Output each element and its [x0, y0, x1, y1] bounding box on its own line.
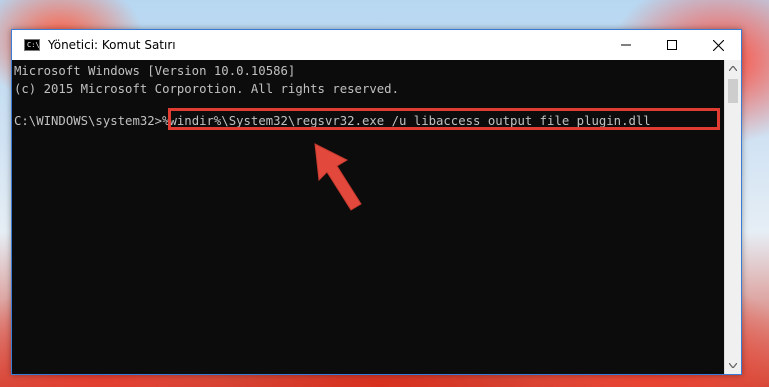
close-icon — [712, 39, 724, 51]
close-button[interactable] — [695, 30, 741, 60]
minimize-icon — [621, 44, 631, 46]
red-arrow-icon — [314, 143, 362, 211]
scroll-down-button[interactable] — [725, 357, 741, 374]
minimize-button[interactable] — [603, 30, 649, 60]
console-line: Microsoft Windows [Version 10.0.10586] — [14, 64, 296, 78]
command-prompt-window: C:\_ Yönetici: Komut Satırı Microsoft Wi… — [11, 29, 742, 375]
chevron-down-icon — [729, 363, 737, 368]
chevron-up-icon — [729, 66, 737, 71]
window-title: Yönetici: Komut Satırı — [48, 38, 176, 52]
console-line: (c) 2015 Microsoft Corporotion. All righ… — [14, 82, 399, 96]
cmd-app-icon: C:\_ — [24, 39, 44, 51]
maximize-button[interactable] — [649, 30, 695, 60]
title-bar[interactable]: C:\_ Yönetici: Komut Satırı — [12, 30, 741, 60]
scroll-up-button[interactable] — [725, 60, 741, 77]
command-highlight-box — [168, 108, 720, 130]
maximize-icon — [667, 40, 677, 50]
prompt: C:\WINDOWS\system32> — [14, 114, 163, 128]
window-controls — [603, 30, 741, 60]
scroll-thumb[interactable] — [728, 79, 738, 103]
icon-label: C:\_ — [27, 41, 44, 49]
vertical-scrollbar[interactable] — [724, 60, 741, 374]
